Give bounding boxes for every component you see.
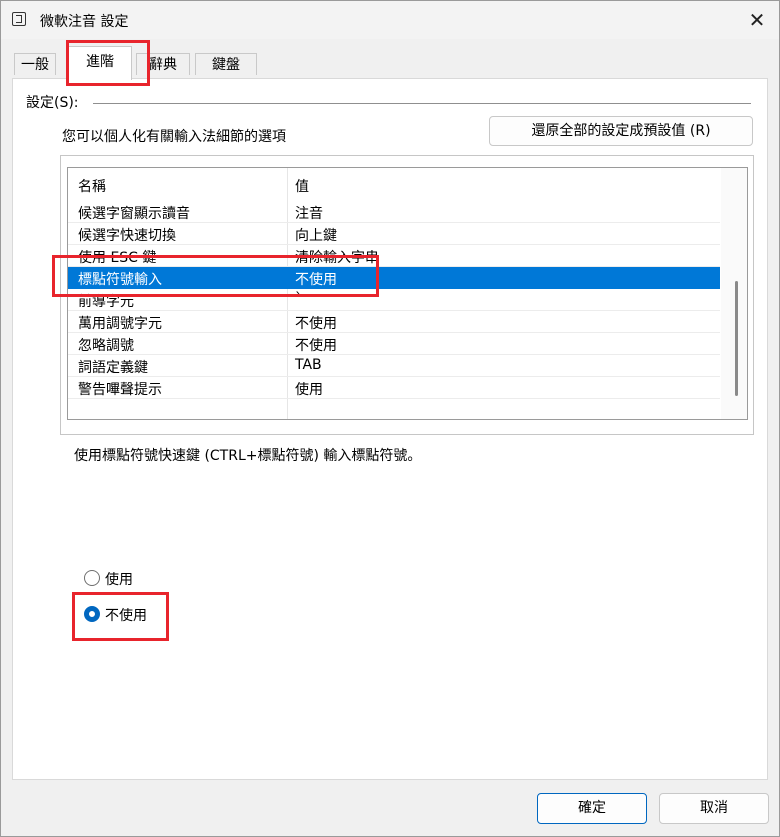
window-title: 微軟注音 設定 [40,14,129,30]
column-header-value[interactable]: 值 [295,176,309,196]
column-header-name[interactable]: 名稱 [78,176,106,196]
highlight-advanced-tab [66,40,150,86]
settings-group-label: 設定(S): [26,95,79,111]
setting-name: 候選字窗顯示讀音 [78,206,190,222]
setting-name: 警告嗶聲提示 [78,382,162,398]
settings-description: 您可以個人化有關輸入法細節的選項 [62,129,286,145]
title-bar: 微軟注音 設定 ✕ [1,1,779,39]
ime-app-icon [12,12,26,26]
tab-keyboard[interactable]: 鍵盤 [195,53,257,75]
restore-defaults-button[interactable]: 還原全部的設定成預設值 (R) [489,116,753,146]
list-row[interactable]: 萬用調號字元 不使用 [68,311,720,333]
list-row[interactable]: 候選字窗顯示讀音 注音 [68,201,720,223]
list-row[interactable]: 詞語定義鍵 TAB [68,355,720,377]
setting-value: 不使用 [295,316,337,332]
setting-name: 詞語定義鍵 [78,360,148,376]
setting-value: 不使用 [295,338,337,354]
group-divider [93,103,751,104]
setting-name: 候選字快速切換 [78,228,176,244]
list-row[interactable]: 候選字快速切換 向上鍵 [68,223,720,245]
list-scrollbar[interactable] [721,168,747,419]
setting-name: 萬用調號字元 [78,316,162,332]
setting-value: 使用 [295,382,323,398]
highlight-not-use-option [72,592,169,641]
setting-value: TAB [295,357,322,373]
list-row[interactable]: 警告嗶聲提示 使用 [68,377,720,399]
ok-button[interactable]: 確定 [537,793,647,824]
setting-name: 忽略調號 [78,338,134,354]
radio-use[interactable] [84,570,100,586]
setting-value: 注音 [295,206,323,222]
list-row[interactable]: 忽略調號 不使用 [68,333,720,355]
tab-general[interactable]: 一般 [14,53,56,75]
setting-hint: 使用標點符號快速鍵 (CTRL+標點符號) 輸入標點符號。 [74,448,422,464]
radio-use-label[interactable]: 使用 [105,569,133,589]
highlight-selected-row [52,255,379,297]
close-icon[interactable]: ✕ [739,5,775,35]
setting-value: 向上鍵 [295,228,337,244]
cancel-button[interactable]: 取消 [659,793,769,824]
scrollbar-thumb[interactable] [735,281,738,396]
